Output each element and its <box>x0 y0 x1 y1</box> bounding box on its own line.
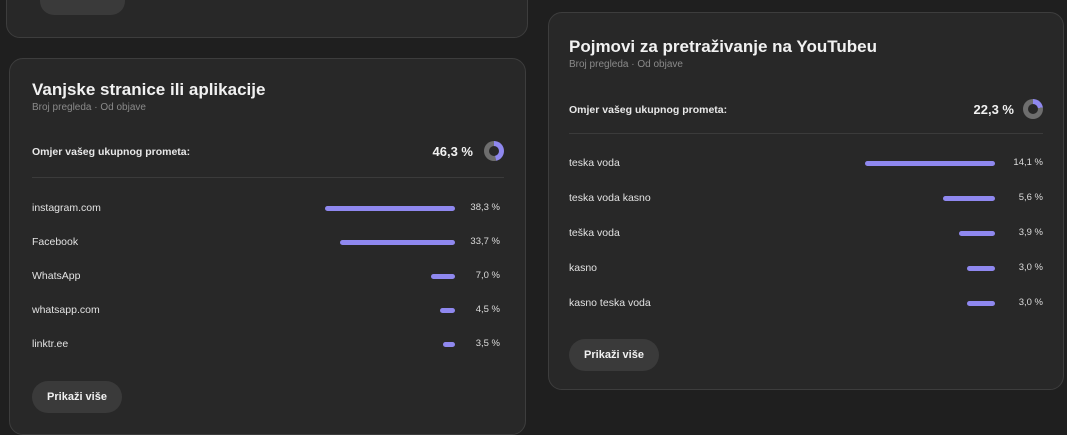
list-item-label: linktr.ee <box>32 338 69 350</box>
youtube-card-subtitle: Broj pregleda · Od objave <box>569 59 683 70</box>
list-item-value: 3,5 % <box>475 338 500 349</box>
external-card-title: Vanjske stranice ili aplikacije <box>32 80 266 99</box>
list-item-value: 4,5 % <box>475 304 500 315</box>
list-item-value: 3,9 % <box>1018 227 1043 238</box>
list-item-bar <box>865 161 995 166</box>
list-item-bar <box>431 274 455 279</box>
external-sites-card: Vanjske stranice ili aplikacije Broj pre… <box>9 58 526 435</box>
list-item-label: instagram.com <box>32 202 101 214</box>
list-item-value: 7,0 % <box>475 270 500 281</box>
list-item-value: 3,0 % <box>1018 262 1043 273</box>
list-item-value: 5,6 % <box>1018 192 1043 203</box>
list-item-bar <box>967 301 995 306</box>
youtube-ratio-label: Omjer vašeg ukupnog prometa: <box>569 104 728 116</box>
external-divider <box>32 177 504 178</box>
list-item-label: teška voda <box>569 227 620 239</box>
external-card-subtitle: Broj pregleda · Od objave <box>32 102 146 113</box>
list-item-value: 14,1 % <box>1013 157 1043 168</box>
list-item-value: 38,3 % <box>470 202 500 213</box>
external-ratio-donut-icon <box>484 141 504 161</box>
list-item-label: teska voda <box>569 157 620 169</box>
list-item-bar <box>439 308 455 313</box>
youtube-show-more-button[interactable]: Prikaži više <box>569 339 659 371</box>
youtube-search-terms-card: Pojmovi za pretraživanje na YouTubeu Bro… <box>548 12 1064 390</box>
list-item-bar <box>959 231 995 236</box>
list-item-label: kasno teska voda <box>569 297 651 309</box>
youtube-ratio-donut-icon <box>1023 99 1043 119</box>
list-item-bar <box>943 196 995 201</box>
list-item-bar <box>443 342 455 347</box>
list-item-value: 33,7 % <box>470 236 500 247</box>
list-item-label: kasno <box>569 262 598 274</box>
list-item-bar <box>340 240 455 245</box>
previous-card <box>6 0 528 38</box>
list-item-label: WhatsApp <box>32 270 81 282</box>
external-show-more-button[interactable]: Prikaži više <box>32 381 122 413</box>
external-ratio-value: 46,3 % <box>432 144 473 159</box>
list-item-label: Facebook <box>32 236 79 248</box>
list-item-label: whatsapp.com <box>32 304 100 316</box>
youtube-ratio-value: 22,3 % <box>973 102 1014 117</box>
list-item-label: teska voda kasno <box>569 192 651 204</box>
external-ratio-label: Omjer vašeg ukupnog prometa: <box>32 146 191 158</box>
list-item-value: 3,0 % <box>1018 297 1043 308</box>
youtube-card-title: Pojmovi za pretraživanje na YouTubeu <box>569 37 877 56</box>
list-item-bar <box>324 206 455 211</box>
list-item-bar <box>967 266 995 271</box>
youtube-divider <box>569 133 1043 134</box>
previous-card-button-edge <box>40 0 125 15</box>
